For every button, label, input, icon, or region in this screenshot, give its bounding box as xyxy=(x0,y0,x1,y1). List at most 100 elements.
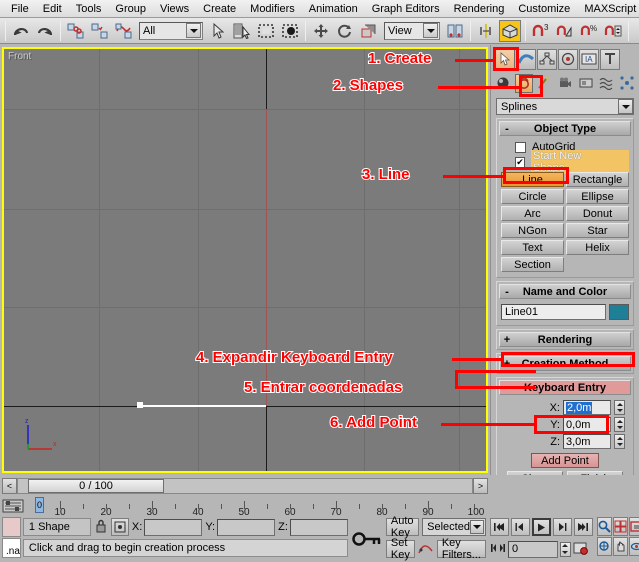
bind-to-space-warp-button[interactable] xyxy=(113,20,135,42)
chevron-down-icon[interactable] xyxy=(423,23,438,38)
hierarchy-tab[interactable] xyxy=(537,49,557,70)
arc-button[interactable]: Arc xyxy=(501,206,564,221)
z-input[interactable]: 3,0m xyxy=(563,434,611,449)
key-mode-toggle-icon[interactable] xyxy=(490,542,506,557)
select-and-move-button[interactable] xyxy=(310,20,332,42)
set-key-curve-icon[interactable] xyxy=(418,540,434,559)
circle-button[interactable]: Circle xyxy=(501,189,564,204)
key-toggle-icon[interactable] xyxy=(350,516,384,562)
mirror-button[interactable] xyxy=(475,20,497,42)
select-object-button[interactable] xyxy=(207,20,229,42)
pan-button[interactable] xyxy=(613,537,628,556)
name-and-color-header[interactable]: - Name and Color xyxy=(499,284,631,299)
text-button[interactable]: Text xyxy=(501,240,564,255)
rendering-header[interactable]: + Rendering xyxy=(499,332,631,347)
rectangular-selection-region-button[interactable] xyxy=(255,20,277,42)
add-point-button[interactable]: Add Point xyxy=(531,453,599,468)
rectangle-button[interactable]: Rectangle xyxy=(566,172,629,187)
menu-item-customize[interactable]: Customize xyxy=(511,1,577,17)
menu-item-tools[interactable]: Tools xyxy=(69,1,109,17)
collapse-toggle-icon[interactable]: - xyxy=(500,123,514,135)
time-configuration-icon[interactable] xyxy=(573,541,589,558)
category-combo[interactable]: Splines xyxy=(496,98,634,115)
snaps-toggle-button[interactable]: 3 xyxy=(530,20,552,42)
goto-end-button[interactable] xyxy=(574,518,593,536)
undo-button[interactable] xyxy=(10,20,32,42)
chevron-down-icon[interactable] xyxy=(186,23,201,38)
helpers-subtab[interactable] xyxy=(576,74,595,93)
reference-coordinate-system-combo[interactable]: View xyxy=(384,22,440,40)
current-frame-marker[interactable]: 0 xyxy=(35,497,44,513)
start-new-shape-checkbox[interactable]: ✔ xyxy=(515,157,525,168)
modify-tab[interactable] xyxy=(516,49,536,70)
menu-item-file[interactable]: File xyxy=(4,1,36,17)
redo-button[interactable] xyxy=(34,20,56,42)
y-value[interactable] xyxy=(217,519,275,536)
space-warps-subtab[interactable] xyxy=(597,74,616,93)
z-value[interactable] xyxy=(290,519,348,536)
current-frame-input[interactable]: 0 xyxy=(508,541,558,558)
utilities-tab[interactable] xyxy=(600,49,620,70)
select-and-rotate-button[interactable] xyxy=(334,20,356,42)
frame-spinner[interactable] xyxy=(560,542,571,557)
unlink-selection-button[interactable] xyxy=(89,20,111,42)
select-and-scale-button[interactable] xyxy=(358,20,380,42)
selection-level-combo[interactable]: Selected xyxy=(422,518,486,536)
auto-key-button[interactable]: Auto Key xyxy=(386,518,419,536)
chevron-down-icon[interactable] xyxy=(470,520,484,534)
expand-toggle-icon[interactable]: + xyxy=(500,334,514,346)
systems-subtab[interactable] xyxy=(617,74,636,93)
geometry-subtab[interactable] xyxy=(494,74,513,93)
percent-snap-toggle-button[interactable]: % xyxy=(578,20,600,42)
cameras-subtab[interactable] xyxy=(556,74,575,93)
menu-item-rendering[interactable]: Rendering xyxy=(447,1,512,17)
mini-listener-input[interactable]: .na xyxy=(2,538,21,558)
time-slider-track[interactable]: 0 / 100 xyxy=(17,478,473,494)
x-spinner[interactable] xyxy=(614,400,625,415)
open-mini-curve-editor-icon[interactable] xyxy=(0,497,26,515)
goto-start-button[interactable] xyxy=(490,518,509,536)
menu-item-modifiers[interactable]: Modifiers xyxy=(243,1,302,17)
time-slider-handle[interactable]: 0 / 100 xyxy=(28,479,164,493)
autogrid-checkbox[interactable] xyxy=(515,142,526,153)
display-tab[interactable]: IA xyxy=(579,49,599,70)
zoom-all-button[interactable] xyxy=(613,517,628,536)
next-frame-button[interactable] xyxy=(553,518,572,536)
select-by-name-button[interactable] xyxy=(231,20,253,42)
star-button[interactable]: Star xyxy=(566,223,629,238)
previous-frame-button[interactable] xyxy=(511,518,530,536)
menu-item-group[interactable]: Group xyxy=(108,1,153,17)
absolute-relative-transform-toggle[interactable] xyxy=(111,518,129,536)
object-color-swatch[interactable] xyxy=(609,304,629,320)
section-button[interactable]: Section xyxy=(501,257,564,272)
select-and-link-button[interactable] xyxy=(65,20,87,42)
lock-selection-icon[interactable] xyxy=(94,518,108,537)
x-value[interactable] xyxy=(144,519,202,536)
object-type-header[interactable]: - Object Type xyxy=(499,121,631,136)
mini-listener-output[interactable] xyxy=(2,517,21,537)
time-slider-prev-button[interactable]: < xyxy=(2,478,17,494)
menu-item-views[interactable]: Views xyxy=(153,1,196,17)
zoom-extents-button[interactable] xyxy=(629,517,639,536)
object-name-input[interactable]: Line01 xyxy=(501,304,606,320)
field-of-view-button[interactable] xyxy=(597,537,612,556)
donut-button[interactable]: Donut xyxy=(566,206,629,221)
ellipse-button[interactable]: Ellipse xyxy=(566,189,629,204)
track-bar-ruler[interactable]: 0 10 20 30 40 50 60 70 80 90 100 xyxy=(26,496,639,516)
motion-tab[interactable] xyxy=(558,49,578,70)
helix-button[interactable]: Helix xyxy=(566,240,629,255)
menu-item-graph-editors[interactable]: Graph Editors xyxy=(365,1,447,17)
arc-rotate-button[interactable] xyxy=(629,537,639,556)
menu-item-animation[interactable]: Animation xyxy=(302,1,365,17)
y-spinner[interactable] xyxy=(614,417,625,432)
time-slider-next-button[interactable]: > xyxy=(473,478,488,494)
zoom-button[interactable] xyxy=(597,517,612,536)
angle-snap-toggle-button[interactable] xyxy=(554,20,576,42)
selection-filter-combo[interactable]: All xyxy=(139,22,203,40)
menu-item-edit[interactable]: Edit xyxy=(36,1,69,17)
front-viewport[interactable]: Front z x xyxy=(2,47,488,473)
window-crossing-button[interactable] xyxy=(279,20,301,42)
key-filters-button[interactable]: Key Filters... xyxy=(437,540,486,558)
align-button[interactable] xyxy=(499,20,521,42)
use-pivot-point-center-button[interactable] xyxy=(444,20,466,42)
